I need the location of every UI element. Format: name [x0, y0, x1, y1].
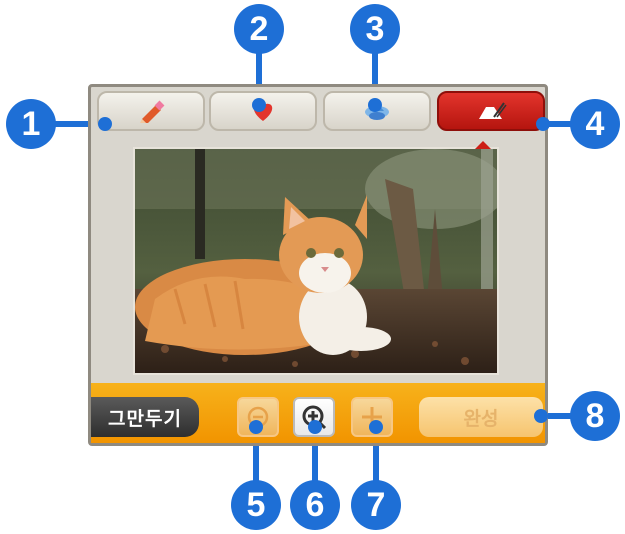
callout-dot-1: [98, 117, 112, 131]
callout-dot-4: [536, 117, 550, 131]
tool-tabs: [91, 91, 545, 135]
quit-button[interactable]: 그만두기: [91, 397, 199, 437]
cat-photo: [135, 149, 497, 373]
callout-dot-8: [534, 409, 548, 423]
callout-1: 1: [6, 99, 56, 149]
callout-dot-7: [369, 420, 383, 434]
cat-photo-canvas[interactable]: [135, 149, 497, 373]
callout-3: 3: [350, 4, 400, 54]
callout-2: 2: [234, 4, 284, 54]
pencil-icon: [140, 100, 165, 123]
scroll-marker: [475, 141, 491, 149]
done-button[interactable]: 완성: [419, 397, 543, 437]
drawing-screen: 그만두기 완성: [88, 84, 548, 446]
pen-tool-tab[interactable]: [97, 91, 205, 131]
callout-5: 5: [231, 480, 281, 530]
callout-6: 6: [290, 480, 340, 530]
callout-dot-2: [252, 98, 266, 112]
bottom-action-bar: 그만두기 완성: [91, 383, 545, 443]
photo-edit-tab[interactable]: [437, 91, 545, 131]
callout-4: 4: [570, 99, 620, 149]
stamp-tool-tab[interactable]: [209, 91, 317, 131]
callout-7: 7: [351, 480, 401, 530]
callout-dot-5: [249, 420, 263, 434]
callout-dot-6: [308, 420, 322, 434]
callout-8: 8: [570, 391, 620, 441]
callout-dot-3: [368, 98, 382, 112]
photo-edit-icon: [479, 102, 507, 119]
